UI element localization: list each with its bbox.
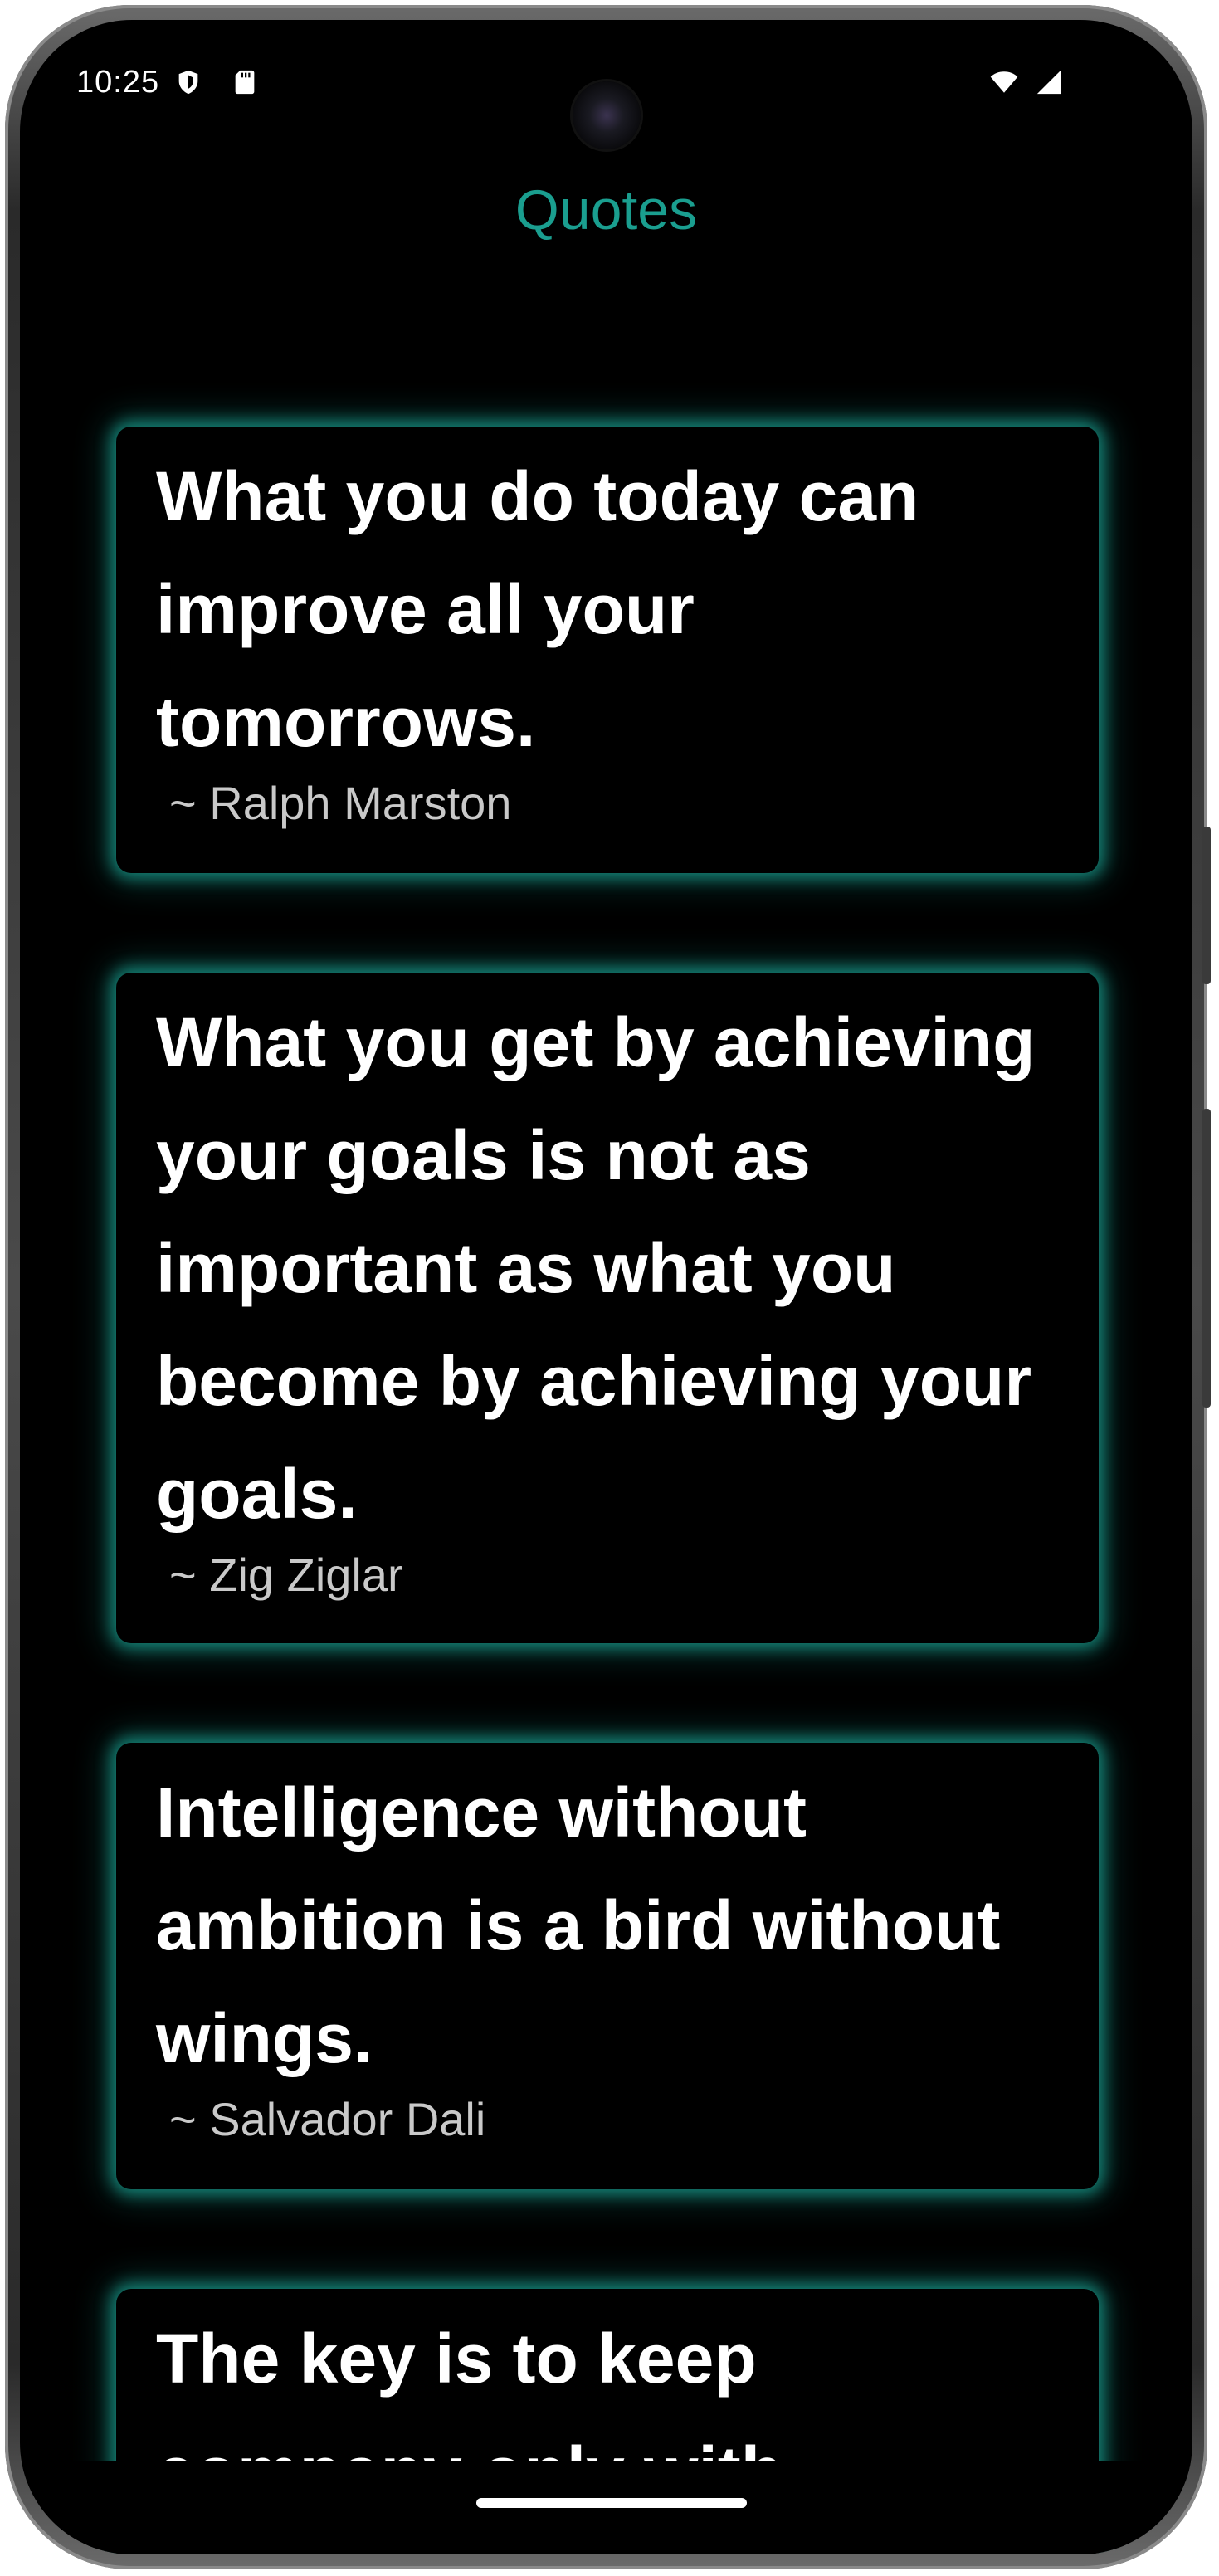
navigation-bar — [20, 2461, 1192, 2554]
quote-text: What you get by achieving your goals is … — [156, 1003, 1036, 1533]
quote-card[interactable]: What you get by achieving your goals is … — [116, 973, 1099, 1643]
quote-author: ~ Zig Ziglar — [169, 1549, 403, 1601]
device-frame: 10:25 Quotes What you do today can impro… — [5, 5, 1211, 2569]
status-time: 10:25 — [76, 65, 160, 100]
quote-author: ~ Ralph Marston — [169, 777, 512, 829]
shield-icon — [178, 70, 198, 95]
quote-text: Intelligence without ambition is a bird … — [156, 1773, 1001, 2077]
wifi-icon — [990, 71, 1018, 93]
page-title: Quotes — [514, 178, 698, 242]
quote-author: ~ Salvador Dali — [169, 2093, 486, 2145]
volume-button — [1202, 1109, 1211, 1408]
screen: 10:25 Quotes What you do today can impro… — [20, 20, 1192, 2554]
front-camera — [573, 81, 641, 149]
quote-card[interactable]: What you do today can improve all your t… — [116, 427, 1099, 873]
signal-icon — [1036, 70, 1061, 95]
quote-card[interactable]: Intelligence without ambition is a bird … — [116, 1743, 1099, 2189]
sd-card-icon — [235, 70, 255, 95]
quote-text: What you do today can improve all your t… — [156, 457, 919, 761]
home-gesture-handle[interactable] — [476, 2498, 747, 2508]
power-button — [1202, 827, 1211, 984]
